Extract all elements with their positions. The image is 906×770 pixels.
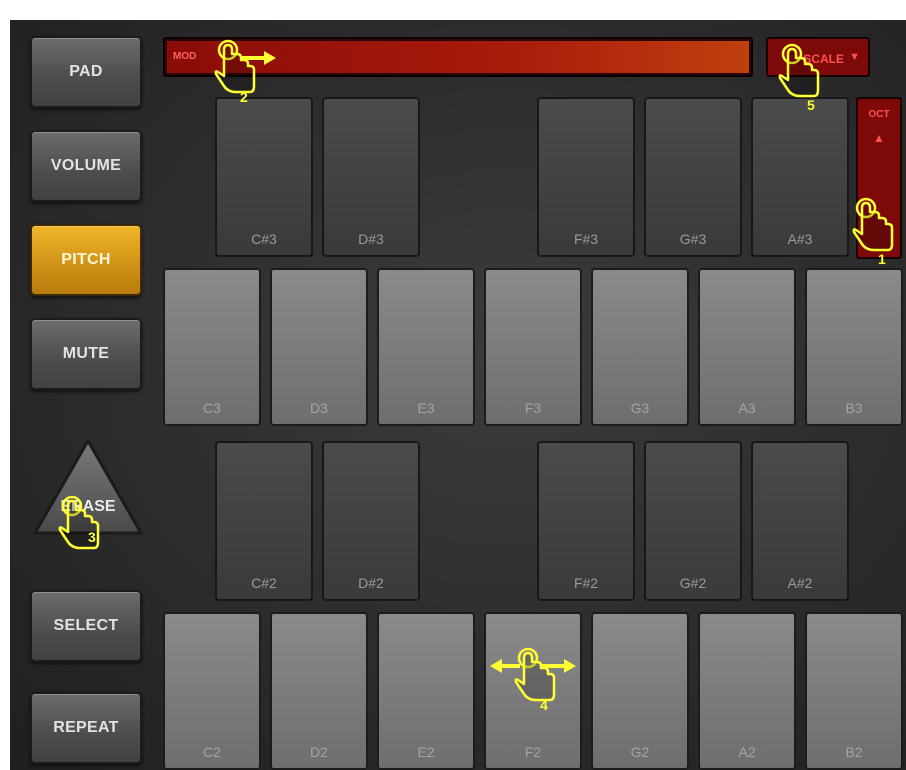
key-label: C#3 bbox=[251, 231, 277, 247]
key-a-sharp-3[interactable]: A#3 bbox=[751, 97, 849, 257]
key-e2[interactable]: E2 bbox=[377, 612, 475, 770]
gesture-number-2: 2 bbox=[240, 89, 248, 105]
swipe-horizontal-hand-icon: 4 bbox=[488, 647, 588, 728]
key-b3[interactable]: B3 bbox=[805, 268, 903, 426]
pad-mode-button[interactable]: PAD bbox=[30, 36, 142, 108]
octave-label: OCT bbox=[868, 109, 890, 120]
key-label: B2 bbox=[845, 744, 863, 760]
chevron-down-icon: ▼ bbox=[849, 51, 860, 63]
key-label: A#3 bbox=[787, 231, 813, 247]
tap-hand-icon: 1 bbox=[852, 197, 902, 278]
key-d2[interactable]: D2 bbox=[270, 612, 368, 770]
key-f-sharp-2[interactable]: F#2 bbox=[537, 441, 635, 601]
key-e3[interactable]: E3 bbox=[377, 268, 475, 426]
key-label: E3 bbox=[417, 400, 435, 416]
key-label: C2 bbox=[203, 744, 221, 760]
mod-label: MOD bbox=[173, 51, 197, 62]
key-label: D#3 bbox=[358, 231, 384, 247]
key-label: D2 bbox=[310, 744, 328, 760]
gesture-number-3: 3 bbox=[88, 529, 96, 545]
gesture-number-4: 4 bbox=[540, 697, 548, 713]
key-label: A#2 bbox=[787, 575, 813, 591]
gesture-number-5: 5 bbox=[807, 97, 815, 113]
pitch-mode-button[interactable]: PITCH bbox=[30, 224, 142, 296]
key-label: D#2 bbox=[358, 575, 384, 591]
select-button[interactable]: SELECT bbox=[30, 590, 142, 662]
key-label: C3 bbox=[203, 400, 221, 416]
drum-pad-app: PAD VOLUME PITCH MUTE ERASE SELECT REPEA… bbox=[10, 20, 906, 770]
key-d-sharp-2[interactable]: D#2 bbox=[322, 441, 420, 601]
swipe-right-hand-icon: 2 bbox=[214, 39, 284, 120]
key-c-sharp-2[interactable]: C#2 bbox=[215, 441, 313, 601]
key-label: C#2 bbox=[251, 575, 277, 591]
key-g3[interactable]: G3 bbox=[591, 268, 689, 426]
mute-mode-button[interactable]: MUTE bbox=[30, 318, 142, 390]
key-g-sharp-2[interactable]: G#2 bbox=[644, 441, 742, 601]
key-d3[interactable]: D3 bbox=[270, 268, 368, 426]
key-a2[interactable]: A2 bbox=[698, 612, 796, 770]
key-f-sharp-3[interactable]: F#3 bbox=[537, 97, 635, 257]
key-label: F2 bbox=[524, 744, 542, 760]
key-c-sharp-3[interactable]: C#3 bbox=[215, 97, 313, 257]
key-label: F#2 bbox=[573, 575, 599, 591]
key-label: A2 bbox=[738, 744, 756, 760]
key-label: F3 bbox=[524, 400, 542, 416]
key-f3[interactable]: F3 bbox=[484, 268, 582, 426]
key-b2[interactable]: B2 bbox=[805, 612, 903, 770]
key-label: G2 bbox=[630, 744, 650, 760]
key-label: G#3 bbox=[679, 231, 707, 247]
key-g-sharp-3[interactable]: G#3 bbox=[644, 97, 742, 257]
repeat-button[interactable]: REPEAT bbox=[30, 692, 142, 764]
key-label: F#3 bbox=[573, 231, 599, 247]
key-label: E2 bbox=[417, 744, 435, 760]
key-label: D3 bbox=[310, 400, 328, 416]
key-label: A3 bbox=[738, 400, 756, 416]
key-label: B3 bbox=[845, 400, 863, 416]
key-a3[interactable]: A3 bbox=[698, 268, 796, 426]
key-g2[interactable]: G2 bbox=[591, 612, 689, 770]
key-d-sharp-3[interactable]: D#3 bbox=[322, 97, 420, 257]
volume-mode-button[interactable]: VOLUME bbox=[30, 130, 142, 202]
key-label: G#2 bbox=[679, 575, 707, 591]
key-c3[interactable]: C3 bbox=[163, 268, 261, 426]
tap-hand-icon: 5 bbox=[778, 43, 838, 114]
key-a-sharp-2[interactable]: A#2 bbox=[751, 441, 849, 601]
octave-up-icon[interactable]: ▲ bbox=[858, 131, 900, 145]
tap-hand-icon: 3 bbox=[58, 495, 118, 566]
key-label: G3 bbox=[630, 400, 650, 416]
gesture-number-1: 1 bbox=[878, 251, 886, 267]
key-c2[interactable]: C2 bbox=[163, 612, 261, 770]
